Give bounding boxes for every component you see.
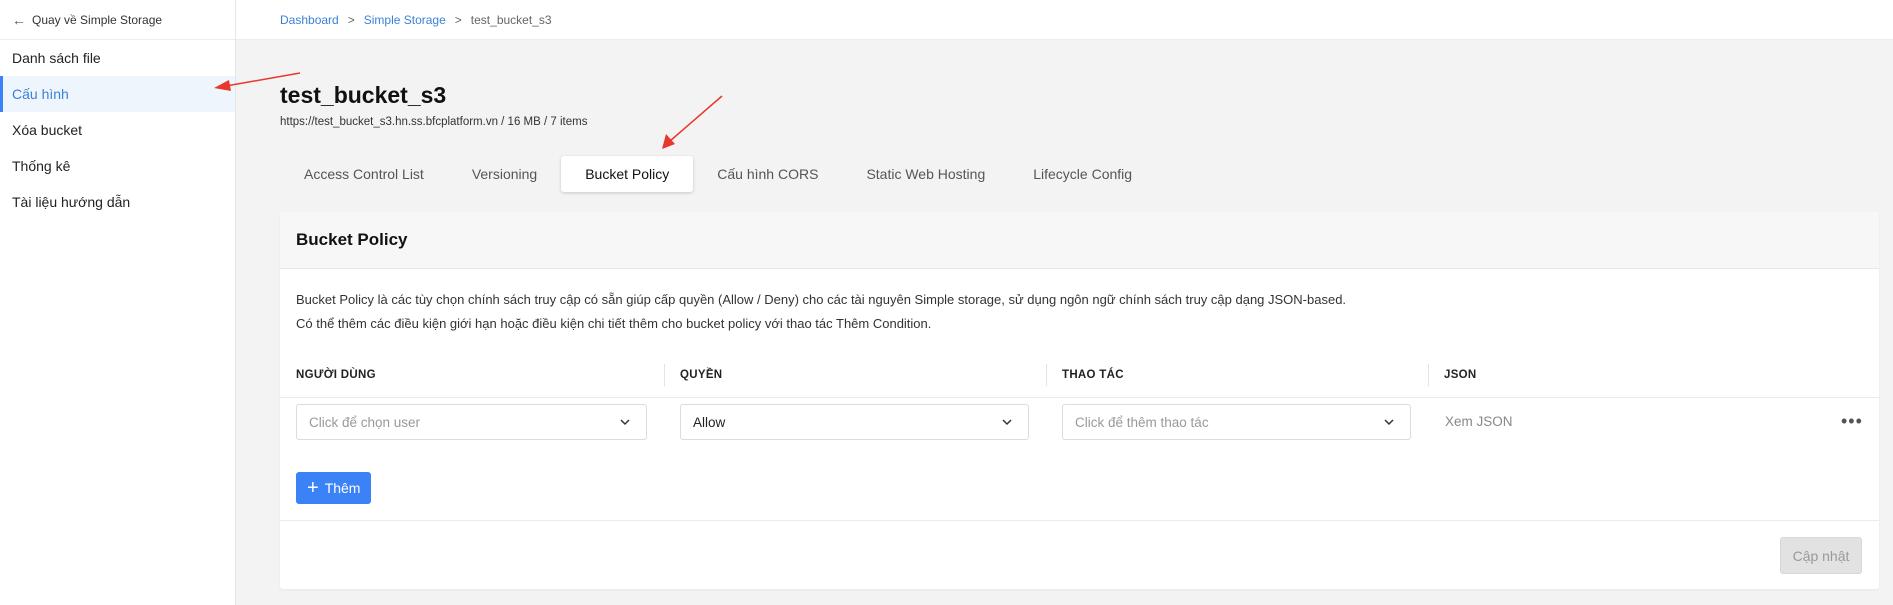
tab-bucket-policy[interactable]: Bucket Policy — [561, 156, 694, 192]
back-label: Quay về Simple Storage — [32, 12, 163, 27]
column-divider — [1046, 364, 1047, 386]
tab-versioning[interactable]: Versioning — [448, 156, 561, 192]
card-title: Bucket Policy — [280, 212, 1879, 269]
add-button-label: Thêm — [324, 480, 361, 496]
user-select[interactable]: Click để chọn user — [296, 404, 647, 440]
chevron-down-icon — [620, 419, 630, 426]
chevron-down-icon — [1002, 419, 1012, 426]
plus-icon: + — [307, 477, 319, 499]
policy-table-header: NGƯỜI DÙNG QUYỀN THAO TÁC JSON — [280, 352, 1879, 398]
sidebar-item-docs[interactable]: Tài liệu hướng dẫn — [0, 184, 235, 220]
column-permission: QUYỀN — [680, 369, 723, 381]
breadcrumb: Dashboard > Simple Storage > test_bucket… — [236, 0, 1893, 40]
action-select-placeholder: Click để thêm thao tác — [1075, 414, 1209, 430]
sidebar-item-config[interactable]: Cấu hình — [0, 76, 235, 112]
view-json-link[interactable]: Xem JSON — [1445, 414, 1513, 429]
bucket-policy-card: Bucket Policy Bucket Policy là các tùy c… — [280, 212, 1879, 589]
card-footer: Cập nhật — [280, 520, 1879, 589]
sidebar-item-delete-bucket[interactable]: Xóa bucket — [0, 112, 235, 148]
tab-cors[interactable]: Cấu hình CORS — [693, 156, 842, 192]
breadcrumb-separator: > — [347, 12, 355, 27]
tab-access-control-list[interactable]: Access Control List — [280, 156, 448, 192]
breadcrumb-current: test_bucket_s3 — [470, 12, 552, 27]
page-title: test_bucket_s3 — [280, 82, 447, 108]
annotation-arrow-bucket-policy — [662, 95, 723, 149]
column-action: THAO TÁC — [1062, 369, 1124, 381]
permission-select[interactable]: Allow — [680, 404, 1029, 440]
description-line: Có thể thêm các điều kiện giới hạn hoặc … — [296, 316, 932, 331]
update-button[interactable]: Cập nhật — [1780, 537, 1862, 574]
sidebar: ← Quay về Simple Storage Danh sách file … — [0, 0, 236, 605]
action-select[interactable]: Click để thêm thao tác — [1062, 404, 1411, 440]
add-policy-button[interactable]: + Thêm — [296, 472, 372, 504]
chevron-down-icon — [1384, 419, 1394, 426]
arrow-left-icon: ← — [12, 11, 26, 28]
tab-bar: Access Control List Versioning Bucket Po… — [280, 156, 1156, 192]
bucket-info: https://test_bucket_s3.hn.ss.bfcplatform… — [280, 116, 588, 128]
sidebar-item-file-list[interactable]: Danh sách file — [0, 40, 235, 76]
column-json: JSON — [1444, 369, 1477, 381]
back-to-simple-storage-link[interactable]: ← Quay về Simple Storage — [0, 0, 235, 40]
policy-description: Bucket Policy là các tùy chọn chính sách… — [296, 288, 1346, 336]
user-select-placeholder: Click để chọn user — [309, 414, 421, 430]
breadcrumb-simple-storage[interactable]: Simple Storage — [364, 13, 446, 27]
description-line: Bucket Policy là các tùy chọn chính sách… — [296, 292, 1347, 307]
permission-select-value: Allow — [693, 414, 726, 430]
column-user: NGƯỜI DÙNG — [296, 369, 376, 381]
column-divider — [664, 364, 665, 386]
tab-lifecycle-config[interactable]: Lifecycle Config — [1009, 156, 1156, 192]
breadcrumb-separator: > — [454, 12, 462, 27]
more-horizontal-icon[interactable]: ••• — [1841, 412, 1863, 430]
breadcrumb-dashboard[interactable]: Dashboard — [280, 13, 339, 27]
column-divider — [1428, 364, 1429, 386]
tab-static-web-hosting[interactable]: Static Web Hosting — [842, 156, 1009, 192]
sidebar-item-statistics[interactable]: Thống kê — [0, 148, 235, 184]
